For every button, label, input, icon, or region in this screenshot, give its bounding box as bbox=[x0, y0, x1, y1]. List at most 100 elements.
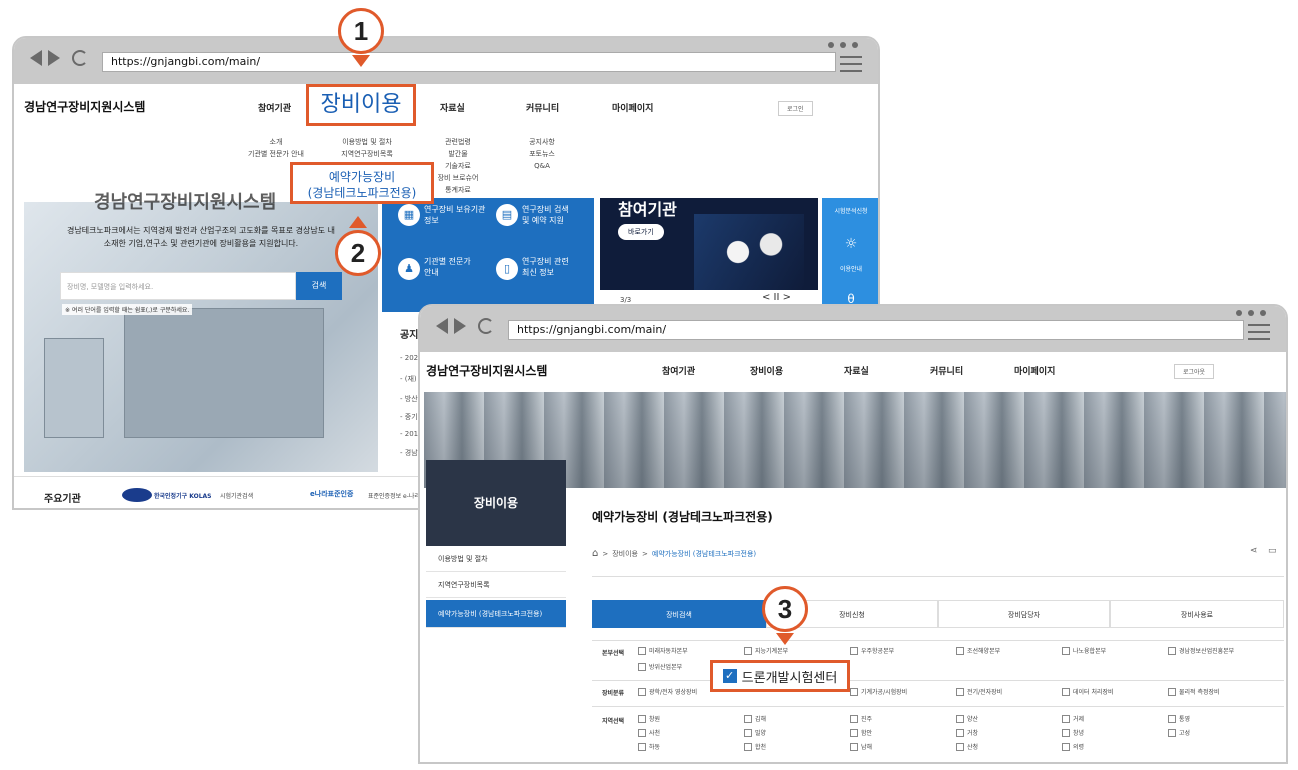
notice-item[interactable]: - (재) bbox=[400, 374, 417, 384]
checkbox-region[interactable]: 의령 bbox=[1062, 742, 1084, 751]
lnb-item-regional-equipment[interactable]: 지역연구장비목록 bbox=[426, 572, 566, 598]
gnb-mypage[interactable]: 마이페이지 bbox=[1014, 364, 1055, 377]
checkbox-region[interactable]: 함안 bbox=[850, 728, 872, 737]
notice-item[interactable]: - 방산 bbox=[400, 394, 418, 404]
checkbox-region[interactable]: 양산 bbox=[956, 714, 978, 723]
submenu-item[interactable]: 이용방법 및 절차 bbox=[332, 136, 402, 148]
gnb-community[interactable]: 커뮤니티 bbox=[526, 101, 559, 114]
checkbox-info-industry[interactable]: 경남정보산업진흥본부 bbox=[1168, 646, 1234, 655]
gnb-archive[interactable]: 자료실 bbox=[440, 101, 465, 114]
tile-equipment-search[interactable]: 연구장비 검색 및 예약 지원 bbox=[522, 204, 569, 226]
logout-button[interactable]: 로그아웃 bbox=[1174, 364, 1215, 379]
checkbox-region[interactable]: 거창 bbox=[956, 728, 978, 737]
checkbox-region[interactable]: 합천 bbox=[744, 742, 766, 751]
lnb-item-usage-procedure[interactable]: 이용방법 및 절차 bbox=[426, 546, 566, 572]
side-test-request[interactable]: 시험분석신청 bbox=[824, 206, 878, 215]
submenu-reservable-equipment-highlight[interactable]: 예약가능장비 (경남테크노파크전용) bbox=[290, 162, 434, 204]
hamburger-menu-icon[interactable] bbox=[1248, 324, 1270, 345]
notice-title[interactable]: 공지 bbox=[400, 326, 418, 341]
reload-icon[interactable] bbox=[72, 50, 88, 66]
search-button[interactable]: 검색 bbox=[296, 272, 342, 300]
tile-latest-info[interactable]: 연구장비 관련 최신 정보 bbox=[522, 256, 569, 278]
checkbox-region[interactable]: 사천 bbox=[638, 728, 660, 737]
nav-controls bbox=[30, 50, 88, 66]
banner-controls[interactable]: < II > bbox=[762, 292, 791, 303]
side-usage-guide[interactable]: 이용안내 bbox=[824, 264, 878, 273]
kolas-logo-icon[interactable] bbox=[122, 488, 152, 502]
checkbox-electrical[interactable]: 전기/전자장비 bbox=[956, 687, 1002, 696]
print-icon[interactable]: ▭ bbox=[1268, 546, 1277, 556]
checkbox-machining[interactable]: 기계가공/시험장비 bbox=[850, 687, 907, 696]
submenu-item[interactable]: 공지사항 bbox=[512, 136, 572, 148]
checkbox-drone-center-highlight[interactable]: ✓ 드론개발시험센터 bbox=[710, 660, 850, 692]
hamburger-menu-icon[interactable] bbox=[840, 56, 862, 77]
scientist-illustration bbox=[694, 214, 804, 290]
site-logo[interactable]: 경남연구장비지원시스템 bbox=[24, 98, 145, 115]
login-button[interactable]: 로그인 bbox=[778, 101, 813, 116]
checkbox-nano[interactable]: 나노융합본부 bbox=[1062, 646, 1106, 655]
lnb-item-reservable-equipment[interactable]: 예약가능장비 (경남테크노파크전용) bbox=[426, 600, 566, 628]
reload-icon[interactable] bbox=[478, 318, 494, 334]
checkbox-region[interactable]: 남해 bbox=[850, 742, 872, 751]
checkbox-aerospace[interactable]: 우주항공본부 bbox=[850, 646, 894, 655]
checkbox-defense[interactable]: 방위산업본부 bbox=[638, 662, 682, 671]
gnb-participating-orgs[interactable]: 참여기관 bbox=[258, 101, 291, 114]
submenu-item[interactable]: 소개 bbox=[246, 136, 306, 148]
home-icon[interactable]: ⌂ bbox=[592, 548, 598, 559]
submenu-item[interactable]: 기관별 전문가 안내 bbox=[246, 148, 306, 160]
notice-item[interactable]: - 경남 bbox=[400, 448, 418, 458]
tab-equipment-fee[interactable]: 장비사용료 bbox=[1110, 600, 1284, 628]
checkbox-region[interactable]: 통영 bbox=[1168, 714, 1190, 723]
address-bar[interactable]: https://gnjangbi.com/main/ bbox=[508, 320, 1244, 340]
checkbox-checked-icon[interactable]: ✓ bbox=[722, 669, 737, 683]
tab-equipment-search[interactable]: 장비검색 bbox=[592, 600, 766, 628]
footer-test-search[interactable]: 시험기관검색 bbox=[220, 491, 253, 500]
forward-icon[interactable] bbox=[48, 50, 60, 66]
back-icon[interactable] bbox=[30, 50, 42, 66]
checkbox-physical[interactable]: 물리적 측정장비 bbox=[1168, 687, 1220, 696]
tile-experts[interactable]: 기관별 전문가 안내 bbox=[424, 256, 471, 278]
banner-go-button[interactable]: 바로가기 bbox=[618, 224, 664, 240]
checkbox-region[interactable]: 거제 bbox=[1062, 714, 1084, 723]
submenu-item[interactable]: 발간물 bbox=[428, 148, 488, 160]
checkbox-intelligent-machine[interactable]: 지능기계본부 bbox=[744, 646, 788, 655]
checkbox-region[interactable]: 창원 bbox=[638, 714, 660, 723]
checkbox-region[interactable]: 진주 bbox=[850, 714, 872, 723]
checkbox-shipbuilding[interactable]: 조선해양본부 bbox=[956, 646, 1000, 655]
checkbox-region[interactable]: 밀양 bbox=[744, 728, 766, 737]
tile-org-info[interactable]: 연구장비 보유기관 정보 bbox=[424, 204, 485, 226]
submenu-item[interactable]: 기술자료 bbox=[428, 160, 488, 172]
share-icon[interactable]: ⋖ bbox=[1250, 546, 1258, 556]
submenu-item[interactable]: 지역연구장비목록 bbox=[332, 148, 402, 160]
submenu-item[interactable]: Q&A bbox=[512, 160, 572, 172]
back-icon[interactable] bbox=[436, 318, 448, 334]
checkbox-region[interactable]: 하동 bbox=[638, 742, 660, 751]
address-bar[interactable]: https://gnjangbi.com/main/ bbox=[102, 52, 836, 72]
gnb-participating-orgs[interactable]: 참여기관 bbox=[662, 364, 695, 377]
submenu-item[interactable]: 장비 브로슈어 bbox=[428, 172, 488, 184]
breadcrumb-item[interactable]: 장비이용 bbox=[612, 549, 638, 559]
submenu-item[interactable]: 포토뉴스 bbox=[512, 148, 572, 160]
submenu-item[interactable]: 통계자료 bbox=[428, 184, 488, 196]
checkbox-region[interactable]: 김해 bbox=[744, 714, 766, 723]
footer-enara[interactable]: 표준인증정보 e-나라 bbox=[368, 491, 420, 500]
tab-equipment-manager[interactable]: 장비담당자 bbox=[938, 600, 1110, 628]
checkbox-region[interactable]: 고성 bbox=[1168, 728, 1190, 737]
gnb-equipment-usage-highlight[interactable]: 장비이용 bbox=[306, 84, 416, 126]
notice-item[interactable]: - 중기 bbox=[400, 412, 418, 422]
gnb-archive[interactable]: 자료실 bbox=[844, 364, 869, 377]
checkbox-optical[interactable]: 광학/전자 영상장비 bbox=[638, 687, 697, 696]
gnb-community[interactable]: 커뮤니티 bbox=[930, 364, 963, 377]
gnb-mypage[interactable]: 마이페이지 bbox=[612, 101, 653, 114]
equipment-search-input[interactable]: 장비명, 모델명을 입력하세요. bbox=[60, 272, 296, 300]
submenu-item[interactable]: 관련법령 bbox=[428, 136, 488, 148]
checkbox-region[interactable]: 산청 bbox=[956, 742, 978, 751]
checkbox-region[interactable]: 창녕 bbox=[1062, 728, 1084, 737]
footer-enara-logo[interactable]: e나라표준인증 bbox=[310, 489, 353, 499]
site-logo[interactable]: 경남연구장비지원시스템 bbox=[426, 362, 547, 379]
gnb-equipment-usage[interactable]: 장비이용 bbox=[750, 364, 783, 377]
checkbox-data[interactable]: 데이터 처리장비 bbox=[1062, 687, 1114, 696]
footer-kolas[interactable]: 한국인정기구 KOLAS bbox=[154, 491, 211, 500]
checkbox-future-car[interactable]: 미래자동차본부 bbox=[638, 646, 688, 655]
forward-icon[interactable] bbox=[454, 318, 466, 334]
